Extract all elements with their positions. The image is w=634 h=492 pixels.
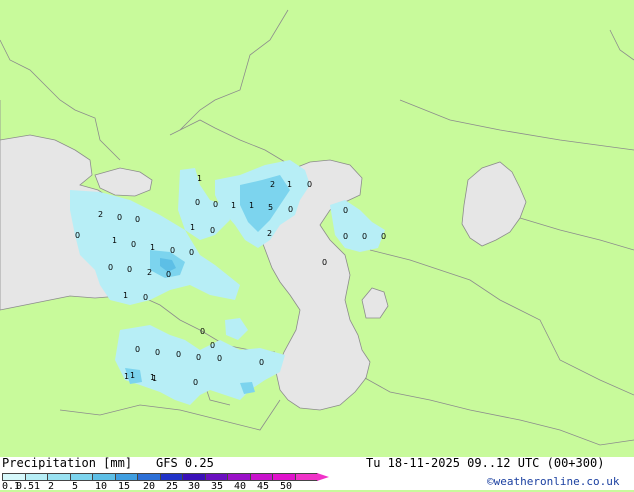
precipitation-map: 12 1 00 0 1 1 5 01 002 0 0 002 0 001 0 1 0 00 0 2 01 000 0 0 0 0 0… <box>0 0 634 457</box>
map-value: 1 <box>150 373 155 382</box>
map-value: 0 <box>143 293 148 302</box>
scale-label: 45 <box>257 481 270 492</box>
map-value: 0 <box>170 246 175 255</box>
map-value: 1 <box>124 372 129 381</box>
scale-label: 35 <box>211 481 224 492</box>
valid-time: Tu 18-11-2025 09..12 UTC (00+300) <box>366 456 605 470</box>
scale-label: 40 <box>234 481 247 492</box>
scale-segment <box>227 473 251 481</box>
map-value: 1 <box>112 236 117 245</box>
map-value: 0 <box>155 348 160 357</box>
map-title: Precipitation [mm] <box>2 456 133 470</box>
map-value: 1 <box>150 243 155 252</box>
scale-label: 25 <box>166 481 179 492</box>
scale-segment <box>69 473 93 481</box>
scale-segment <box>2 473 26 481</box>
scale-segment <box>114 473 138 481</box>
map-value: 2 <box>270 180 275 189</box>
scale-segment <box>159 473 183 481</box>
map-value: 1 <box>123 291 128 300</box>
map-value: 2 <box>98 210 103 219</box>
map-value: 0 <box>213 200 218 209</box>
map-value: 2 <box>147 268 152 277</box>
map-value: 0 <box>193 378 198 387</box>
scale-label: 15 <box>118 481 131 492</box>
scale-label: 10 <box>95 481 108 492</box>
model-name: GFS 0.25 <box>156 456 214 470</box>
scale-label: 5 <box>72 481 79 492</box>
scale-segment <box>204 473 228 481</box>
map-value: 0 <box>322 258 327 267</box>
map-value: 0 <box>210 341 215 350</box>
map-value: 0 <box>259 358 264 367</box>
map-value: 2 <box>267 229 272 238</box>
map-value: 1 <box>190 223 195 232</box>
scale-segment <box>24 473 48 481</box>
map-value: 0 <box>210 226 215 235</box>
map-value: 0 <box>196 353 201 362</box>
map-value: 0 <box>135 215 140 224</box>
footer-bar: Precipitation [mm] GFS 0.25 Tu 18-11-202… <box>0 456 634 492</box>
map-value: 0 <box>108 263 113 272</box>
map-value: 1 <box>231 201 236 210</box>
map-value: 0 <box>362 232 367 241</box>
map-value: 0 <box>217 354 222 363</box>
map-value: 5 <box>268 203 273 212</box>
scale-label: 1 <box>34 481 41 492</box>
map-value: 1 <box>197 174 202 183</box>
map-value: 0 <box>200 327 205 336</box>
map-value: 0 <box>127 265 132 274</box>
map-value: 0 <box>75 231 80 240</box>
map-value: 0 <box>343 206 348 215</box>
map-value: 1 <box>287 180 292 189</box>
map-value: 0 <box>195 198 200 207</box>
scale-arrow <box>317 473 329 481</box>
map-value: 1 <box>249 201 254 210</box>
map-value: 0 <box>189 248 194 257</box>
map-value: 0 <box>343 232 348 241</box>
scale-label: 0.5 <box>16 481 35 492</box>
map-value: 0 <box>166 270 171 279</box>
map-value: 0 <box>135 345 140 354</box>
scale-segment <box>272 473 296 481</box>
scale-segment <box>249 473 273 481</box>
scale-segment <box>47 473 71 481</box>
map-value: 0 <box>176 350 181 359</box>
scale-segment <box>92 473 116 481</box>
scale-segment <box>182 473 206 481</box>
scale-label: 20 <box>143 481 156 492</box>
scale-label: 2 <box>48 481 55 492</box>
map-value: 0 <box>381 232 386 241</box>
scale-label: 50 <box>280 481 293 492</box>
map-value: 0 <box>131 240 136 249</box>
scale-segment <box>294 473 318 481</box>
scale-segment <box>137 473 161 481</box>
map-value: 0 <box>288 205 293 214</box>
scale-label: 30 <box>188 481 201 492</box>
credit-link[interactable]: ©weatheronline.co.uk <box>487 475 619 488</box>
map-value: 1 <box>130 371 135 380</box>
map-value: 0 <box>117 213 122 222</box>
map-value: 0 <box>307 180 312 189</box>
